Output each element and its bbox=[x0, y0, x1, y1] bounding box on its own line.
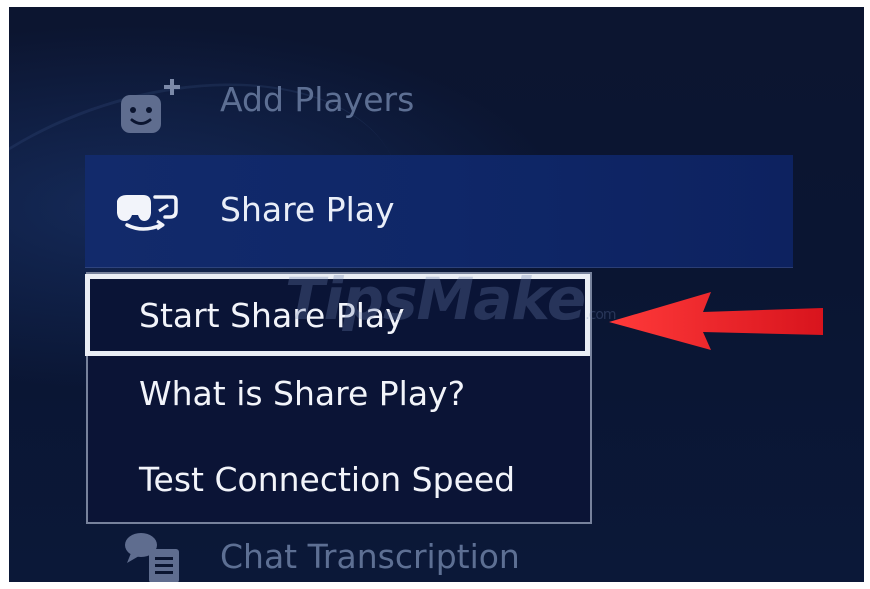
face-plus-icon bbox=[119, 77, 189, 137]
red-arrow-pointer bbox=[607, 290, 827, 352]
watermark: TipsMake.com bbox=[285, 265, 617, 333]
share-play-controller-icon bbox=[113, 191, 179, 235]
menu-item-share-play[interactable]: Share Play bbox=[85, 155, 793, 268]
ps4-menu-screen: Add Players Share Play Start Share Play … bbox=[9, 7, 864, 582]
menu-item-chat-transcription[interactable]: Chat Transcription bbox=[9, 517, 864, 582]
watermark-text: TipsMake bbox=[285, 265, 586, 333]
what-is-share-play-label: What is Share Play? bbox=[139, 374, 466, 413]
submenu-item-test-connection-speed[interactable]: Test Connection Speed bbox=[88, 444, 590, 516]
chat-transcription-label: Chat Transcription bbox=[220, 537, 520, 576]
share-play-label: Share Play bbox=[220, 190, 395, 229]
menu-item-add-players[interactable]: Add Players bbox=[9, 7, 864, 147]
chat-bubbles-icon bbox=[121, 531, 187, 582]
test-connection-speed-label: Test Connection Speed bbox=[139, 460, 516, 499]
submenu-item-what-is-share-play[interactable]: What is Share Play? bbox=[88, 362, 590, 434]
add-players-label: Add Players bbox=[220, 80, 415, 119]
